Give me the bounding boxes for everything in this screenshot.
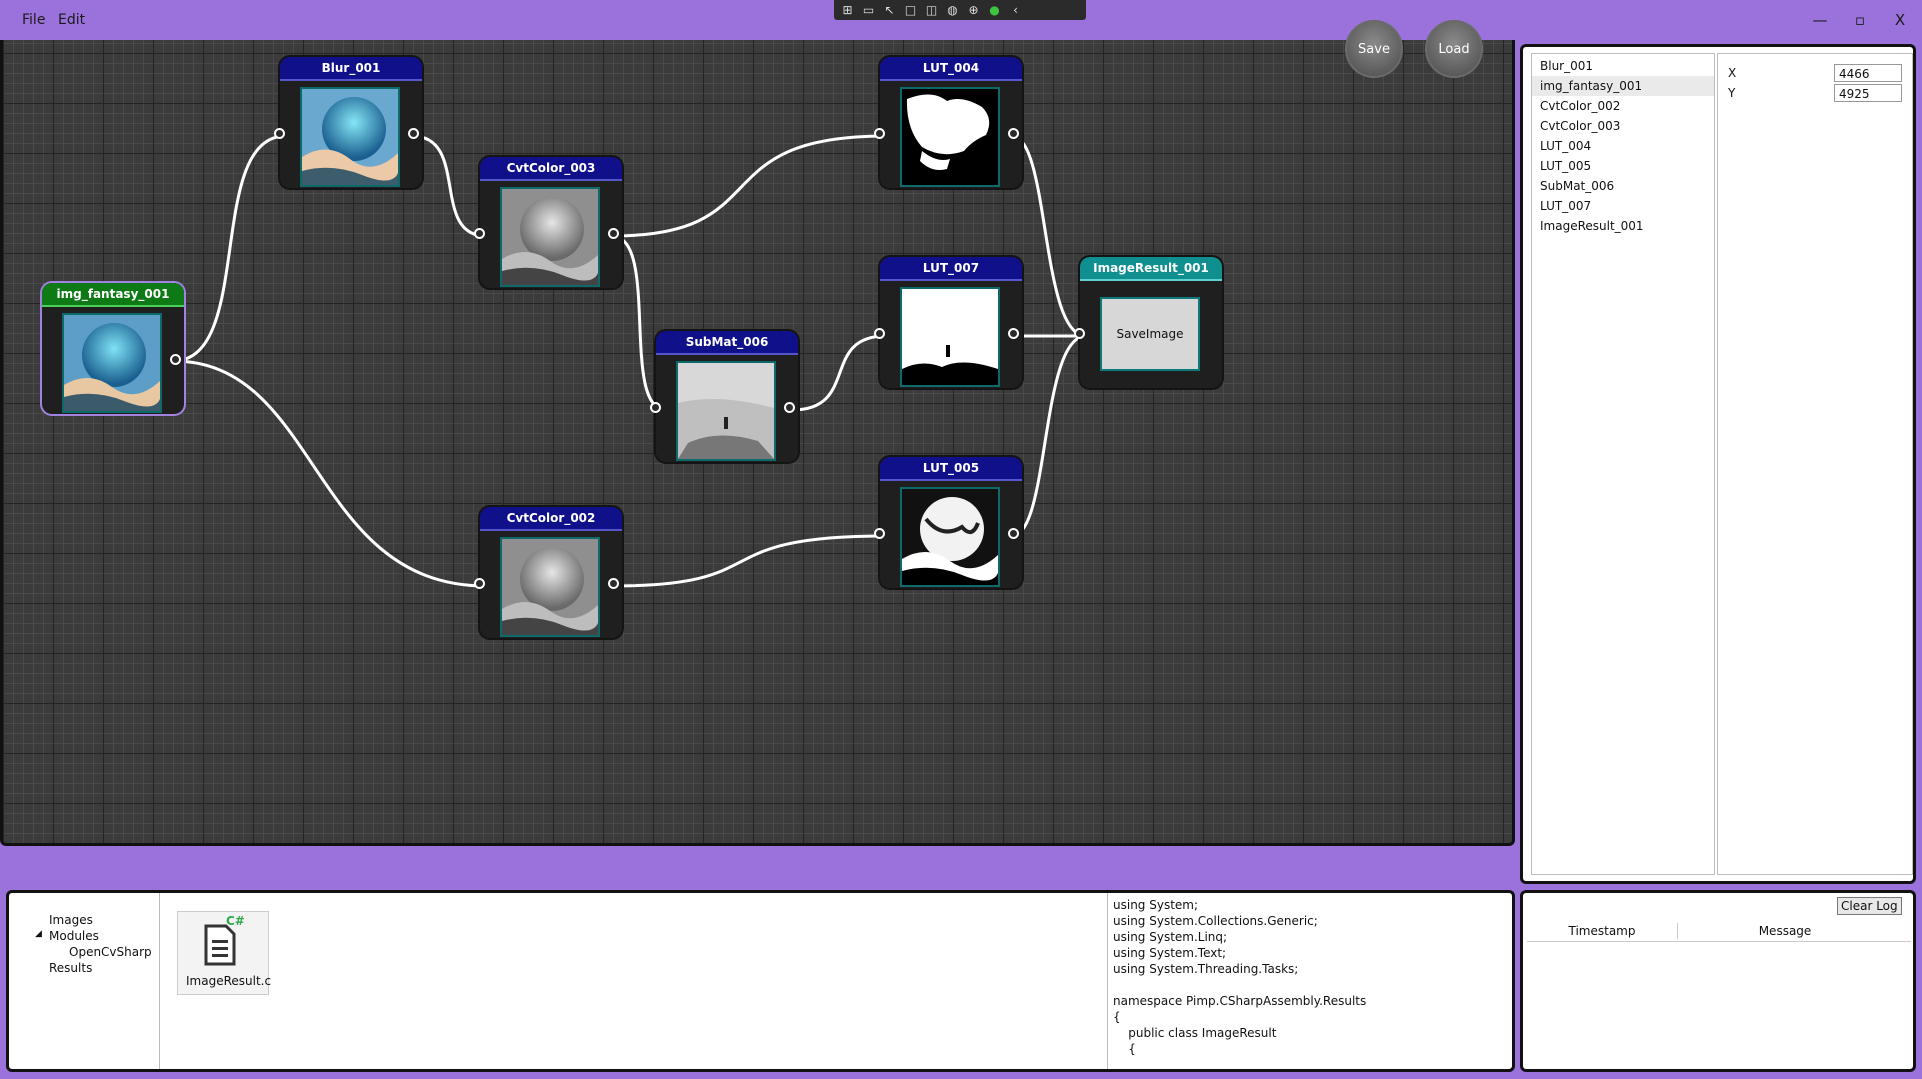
tree-item-opencvsharp[interactable]: OpenCvSharp: [69, 945, 152, 959]
tree-item-results[interactable]: Results: [49, 961, 92, 975]
output-port[interactable]: [170, 354, 181, 365]
node-lut-004[interactable]: LUT_004: [874, 57, 1022, 188]
node-title: Blur_001: [280, 57, 422, 81]
property-y-label: Y: [1728, 86, 1736, 100]
node-thumbnail: [900, 287, 1000, 387]
column-header-message[interactable]: Message: [1677, 924, 1893, 938]
node-lut-007[interactable]: LUT_007: [874, 257, 1022, 388]
input-port[interactable]: [274, 128, 285, 139]
node-title: LUT_004: [880, 57, 1022, 81]
node-title: LUT_005: [880, 457, 1022, 481]
input-port[interactable]: [874, 128, 885, 139]
code-preview[interactable]: using System; using System.Collections.G…: [1113, 897, 1513, 1063]
list-item[interactable]: Blur_001: [1532, 56, 1714, 76]
node-title: SubMat_006: [656, 331, 798, 355]
clear-log-button[interactable]: Clear Log: [1837, 897, 1902, 915]
property-x-input[interactable]: 4466: [1834, 64, 1902, 82]
node-thumbnail: [900, 87, 1000, 187]
output-port[interactable]: [1008, 128, 1019, 139]
list-item[interactable]: LUT_004: [1532, 136, 1714, 156]
input-port[interactable]: [650, 402, 661, 413]
list-item[interactable]: LUT_005: [1532, 156, 1714, 176]
inspector-panel: Blur_001 img_fantasy_001 CvtColor_002 Cv…: [1520, 44, 1916, 884]
node-list: Blur_001 img_fantasy_001 CvtColor_002 Cv…: [1531, 53, 1715, 875]
csharp-file-icon: C#: [202, 914, 245, 966]
wire-img-to-cvtcolor002: [171, 359, 488, 588]
list-item[interactable]: LUT_007: [1532, 196, 1714, 216]
log-table-header: Timestamp Message: [1527, 921, 1911, 942]
file-name: ImageResult.c: [186, 974, 272, 988]
wire-blur-to-cvtcolor003: [410, 134, 488, 238]
node-blur-001[interactable]: Blur_001: [274, 57, 422, 188]
load-button[interactable]: Load: [1425, 20, 1483, 78]
input-port[interactable]: [874, 528, 885, 539]
input-port[interactable]: [874, 328, 885, 339]
csharp-badge: C#: [226, 914, 245, 928]
input-port[interactable]: [1074, 328, 1085, 339]
node-submat-006[interactable]: SubMat_006: [650, 331, 798, 462]
output-port[interactable]: [1008, 328, 1019, 339]
node-lut-005[interactable]: LUT_005: [874, 457, 1022, 588]
column-header-timestamp[interactable]: Timestamp: [1527, 924, 1677, 938]
close-button[interactable]: X: [1880, 8, 1920, 32]
node-thumbnail: [676, 361, 776, 461]
node-imageresult-001[interactable]: ImageResult_001 SaveImage: [1074, 257, 1222, 388]
node-thumbnail: [300, 87, 400, 187]
node-thumbnail: [500, 537, 600, 637]
wire-lut005-to-result: [1010, 334, 1088, 538]
node-thumbnail: [62, 313, 162, 413]
file-tile-imageresult[interactable]: C# ImageResult.c: [177, 911, 272, 995]
output-port[interactable]: [608, 228, 619, 239]
node-cvtcolor-002[interactable]: CvtColor_002: [474, 507, 622, 638]
node-title: LUT_007: [880, 257, 1022, 281]
node-canvas[interactable]: Save Load img_fantasy_001 Blur_001 CvtCo…: [0, 0, 1515, 846]
input-port[interactable]: [474, 578, 485, 589]
node-img-fantasy-001[interactable]: img_fantasy_001: [42, 283, 184, 414]
wire-submat006-to-lut007: [790, 334, 888, 412]
output-port[interactable]: [1008, 528, 1019, 539]
code-divider: [1107, 893, 1108, 1069]
minimize-button[interactable]: —: [1800, 8, 1840, 32]
output-port[interactable]: [408, 128, 419, 139]
node-title: img_fantasy_001: [42, 283, 184, 307]
maximize-button[interactable]: ▫: [1840, 8, 1880, 32]
list-item[interactable]: SubMat_006: [1532, 176, 1714, 196]
save-image-button[interactable]: SaveImage: [1100, 297, 1200, 371]
tree-item-images[interactable]: Images: [49, 913, 93, 927]
project-tree: Images ◢ Modules OpenCvSharp Results: [9, 893, 160, 1069]
node-title: CvtColor_003: [480, 157, 622, 181]
wire-cvtcolor003-to-lut004: [610, 134, 888, 238]
list-item[interactable]: CvtColor_003: [1532, 116, 1714, 136]
wire-cvtcolor002-to-lut005: [610, 534, 888, 588]
wire-lut004-to-result: [1010, 134, 1088, 338]
input-port[interactable]: [474, 228, 485, 239]
expand-arrow-icon[interactable]: ◢: [35, 929, 42, 939]
wire-img-to-blur: [171, 134, 288, 363]
save-button[interactable]: Save: [1345, 20, 1403, 78]
list-item[interactable]: img_fantasy_001: [1532, 76, 1714, 96]
node-title: CvtColor_002: [480, 507, 622, 531]
node-thumbnail: [900, 487, 1000, 587]
output-port[interactable]: [608, 578, 619, 589]
property-x-label: X: [1728, 66, 1737, 80]
output-port[interactable]: [784, 402, 795, 413]
property-y-input[interactable]: 4925: [1834, 84, 1902, 102]
log-panel: Clear Log Timestamp Message: [1520, 890, 1916, 1072]
tree-item-modules[interactable]: Modules: [49, 929, 99, 943]
node-thumbnail: [500, 187, 600, 287]
project-panel: Images ◢ Modules OpenCvSharp Results C# …: [6, 890, 1515, 1072]
node-cvtcolor-003[interactable]: CvtColor_003: [474, 157, 622, 288]
list-item[interactable]: CvtColor_002: [1532, 96, 1714, 116]
list-item[interactable]: ImageResult_001: [1532, 216, 1714, 236]
properties-grid: X 4466 Y 4925: [1717, 53, 1913, 875]
node-title: ImageResult_001: [1080, 257, 1222, 281]
